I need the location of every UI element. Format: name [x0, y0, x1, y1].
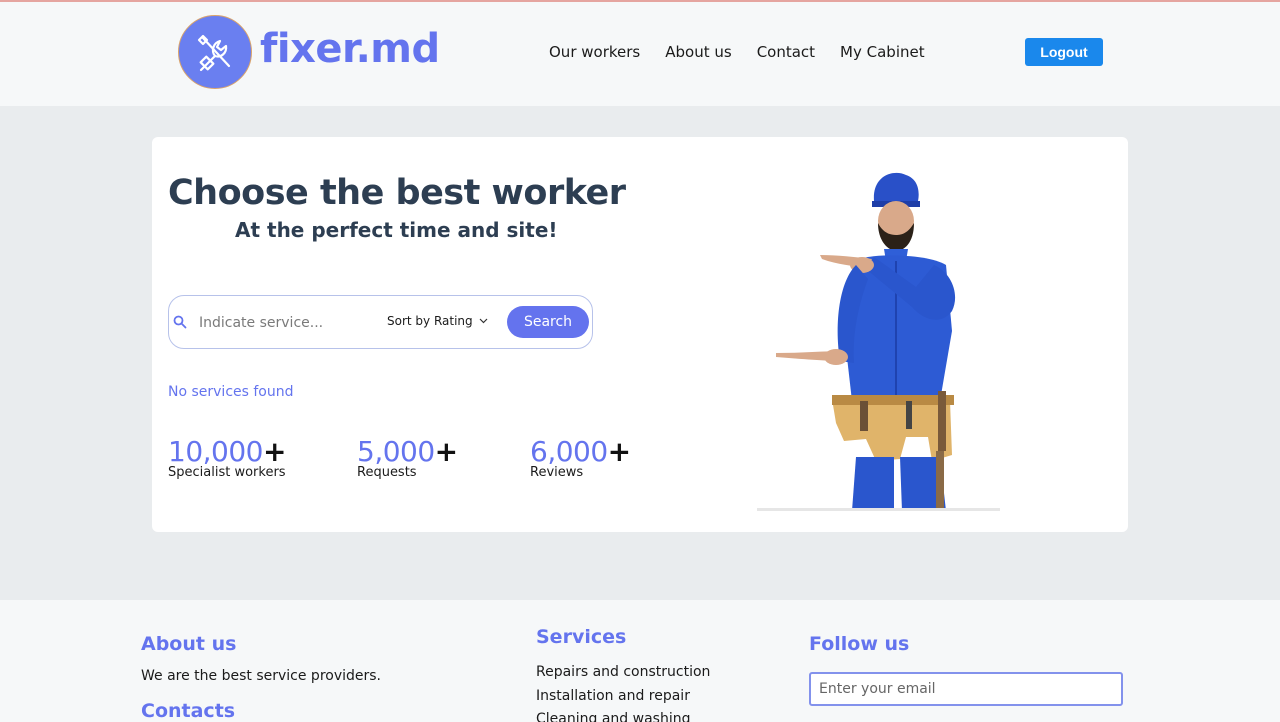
footer-service-link[interactable]: Repairs and construction — [536, 664, 710, 680]
footer-follow-title: Follow us — [809, 633, 910, 655]
sort-label: Sort by Rating — [387, 314, 473, 328]
no-results-message: No services found — [168, 384, 294, 400]
site-header: fixer.md Our workers About us Contact My… — [0, 2, 1280, 106]
logo-badge[interactable] — [178, 15, 252, 89]
stat-workers: 10,000+ Specialist workers — [168, 435, 286, 480]
hero-card: Choose the best worker At the perfect ti… — [152, 137, 1128, 532]
search-button[interactable]: Search — [507, 306, 589, 338]
footer-about-text: We are the best service providers. — [141, 668, 382, 684]
nav-about-us[interactable]: About us — [665, 43, 731, 61]
logout-button[interactable]: Logout — [1025, 38, 1103, 66]
footer-contacts-title: Contacts — [141, 700, 236, 722]
chevron-down-icon — [479, 318, 488, 324]
sort-dropdown[interactable]: Sort by Rating — [387, 314, 488, 328]
hero-title: Choose the best worker — [168, 173, 626, 213]
logo-text[interactable]: fixer.md — [260, 26, 440, 72]
stat-number: 10,000 — [168, 435, 263, 468]
nav-my-cabinet[interactable]: My Cabinet — [840, 43, 925, 61]
stat-requests: 5,000+ Requests — [357, 435, 458, 480]
footer-service-link[interactable]: Installation and repair — [536, 688, 690, 704]
nav-contact[interactable]: Contact — [757, 43, 815, 61]
stat-number: 6,000 — [530, 435, 608, 468]
hero-subtitle: At the perfect time and site! — [235, 218, 558, 242]
wrench-icon — [197, 34, 231, 72]
stat-plus: + — [262, 435, 287, 468]
main-nav: Our workers About us Contact My Cabinet — [549, 43, 925, 61]
stat-label: Specialist workers — [168, 465, 286, 480]
worker-illustration — [776, 172, 956, 511]
site-footer: About us We are the best service provide… — [0, 600, 1280, 722]
search-icon — [173, 315, 187, 329]
email-field[interactable] — [809, 672, 1123, 706]
stat-plus: + — [434, 435, 459, 468]
search-bar: Sort by Rating Search — [168, 295, 593, 349]
footer-about-title: About us — [141, 633, 237, 655]
footer-service-link[interactable]: Cleaning and washing — [536, 711, 690, 722]
nav-our-workers[interactable]: Our workers — [549, 43, 640, 61]
stat-reviews: 6,000+ Reviews — [530, 435, 631, 480]
stat-plus: + — [607, 435, 632, 468]
stat-number: 5,000 — [357, 435, 435, 468]
worker-shadow — [757, 508, 1000, 511]
footer-services-title: Services — [536, 626, 627, 648]
search-input[interactable] — [199, 312, 379, 334]
